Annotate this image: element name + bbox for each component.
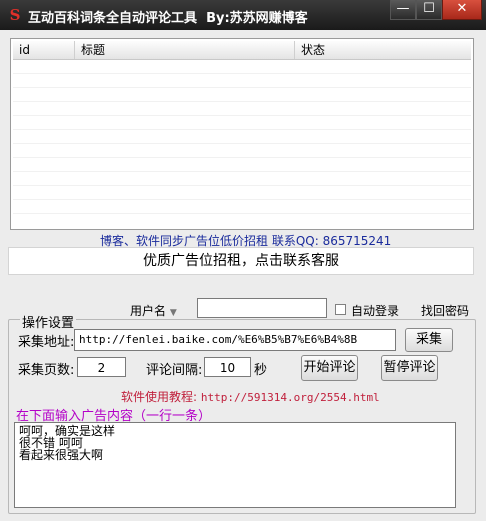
retrieve-password-link[interactable]: 找回密码 — [421, 302, 469, 319]
pages-label: 采集页数: — [18, 363, 75, 378]
tutorial-label: 软件使用教程: — [121, 390, 198, 404]
column-header-status[interactable]: 状态 — [295, 41, 473, 59]
tutorial-link[interactable]: http://591314.org/2554.html — [201, 391, 380, 404]
username-input[interactable] — [197, 298, 327, 318]
app-logo-icon: S — [9, 6, 21, 24]
tutorial-line[interactable]: 软件使用教程: http://591314.org/2554.html — [121, 388, 380, 405]
window-title: 互动百科词条全自动评论工具 By:苏苏网赚博客 — [28, 11, 308, 26]
promo-banner[interactable]: 优质广告位招租，点击联系客服 — [8, 247, 474, 275]
pages-input[interactable]: 2 — [77, 357, 126, 377]
ad-line: 呵呵，确实是这样 — [19, 424, 116, 438]
collect-button[interactable]: 采集 — [405, 328, 453, 352]
column-header-id[interactable]: id — [13, 41, 75, 59]
auto-login-label: 自动登录 — [351, 304, 400, 318]
minimize-button[interactable]: — — [390, 0, 416, 20]
entry-list[interactable]: id 标题 状态 — [10, 38, 474, 230]
window-author: By:苏苏网赚博客 — [206, 11, 308, 26]
url-input[interactable]: http://fenlei.baike.com/%E6%B5%B7%E6%B4%… — [74, 329, 396, 351]
username-label: 用户名 ▼ — [130, 304, 177, 318]
url-label: 采集地址: — [18, 335, 75, 350]
column-header-title[interactable]: 标题 — [75, 41, 295, 59]
seconds-unit: 秒 — [254, 363, 268, 378]
maximize-button[interactable]: ☐ — [416, 0, 442, 20]
list-header: id 标题 状态 — [13, 41, 471, 60]
interval-label: 评论间隔: — [146, 363, 203, 378]
close-button[interactable]: ✕ — [442, 0, 482, 20]
start-comment-button[interactable]: 开始评论 — [301, 355, 358, 381]
settings-group-title: 操作设置 — [20, 312, 77, 331]
interval-input[interactable]: 10 — [204, 357, 251, 377]
title-bar[interactable]: S 互动百科词条全自动评论工具 By:苏苏网赚博客 — ☐ ✕ — [0, 0, 486, 30]
chevron-down-icon: ▼ — [169, 308, 177, 318]
pause-comment-button[interactable]: 暂停评论 — [381, 355, 438, 381]
ad-line: 看起来很强大啊 — [19, 448, 104, 462]
list-rows — [13, 60, 471, 227]
auto-login-checkbox[interactable] — [335, 304, 346, 315]
ad-content-textarea[interactable]: 呵呵，确实是这样 很不错 呵呵 看起来很强大啊 — [14, 422, 456, 508]
